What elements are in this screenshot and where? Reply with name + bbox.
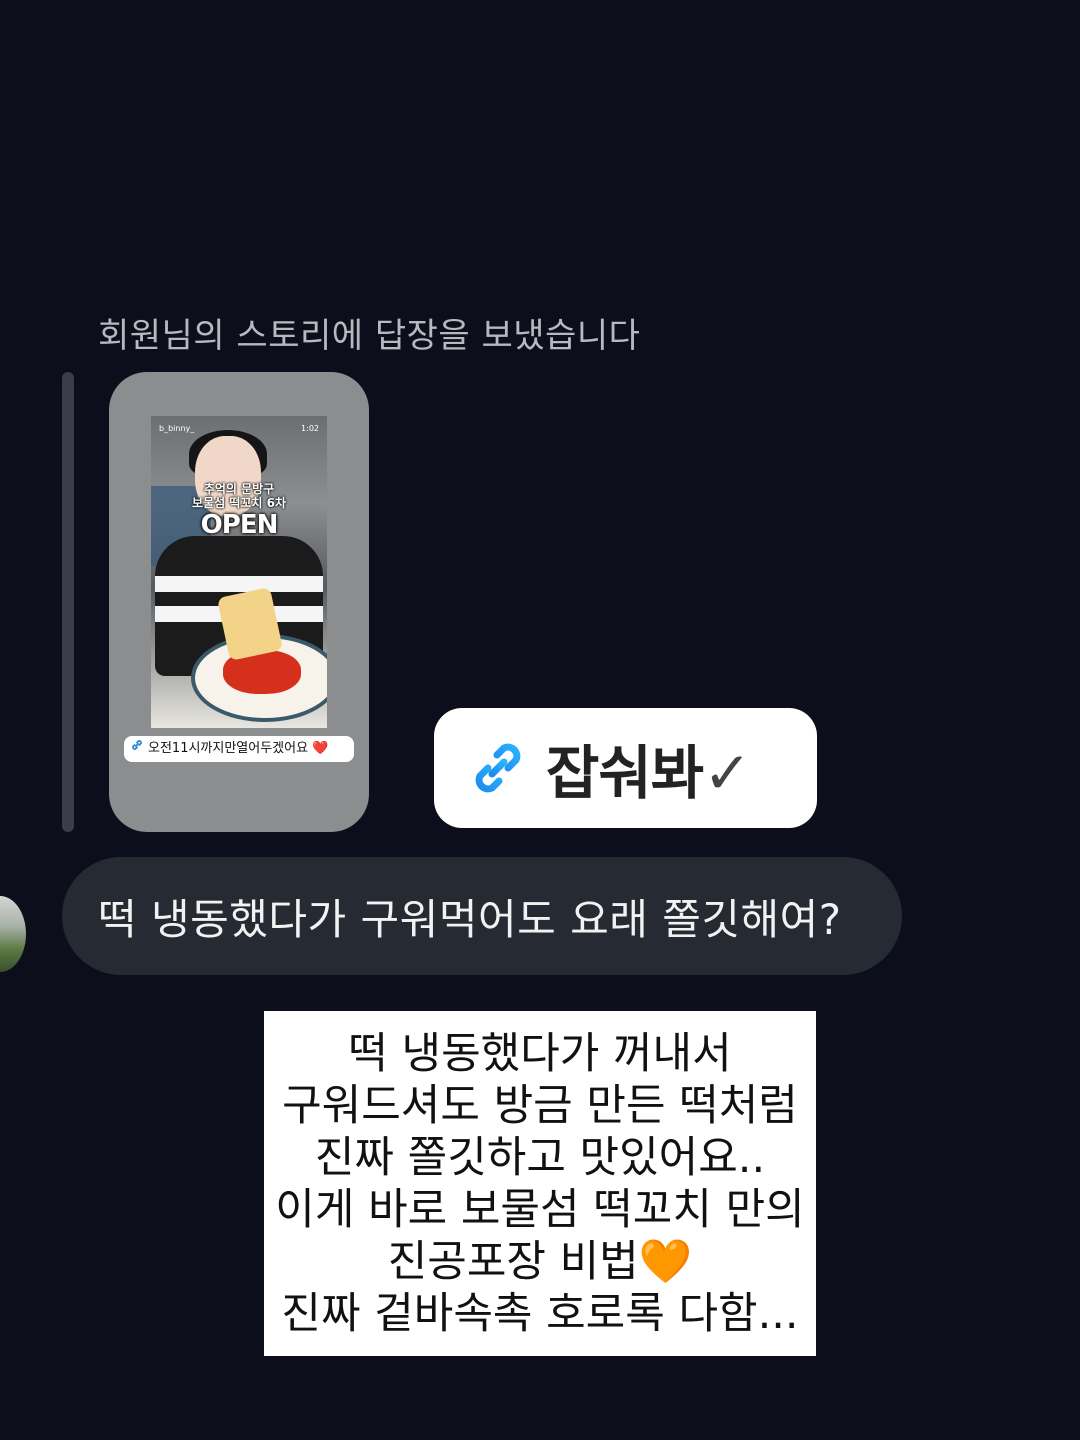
story-title-line1: 추억의 문방구 <box>203 482 275 496</box>
link-sticker[interactable]: 잡숴봐✓ <box>434 708 817 828</box>
reply-quote-bar <box>62 372 74 832</box>
check-icon: ✓ <box>703 739 752 807</box>
story-time: 1:02 <box>301 424 319 433</box>
message-bubble[interactable]: 떡 냉동했다가 구워먹어도 요래 쫄깃해여? <box>62 857 902 975</box>
story-username: b_binny_ <box>159 424 195 433</box>
link-icon <box>466 736 530 800</box>
avatar[interactable] <box>0 896 26 972</box>
caption-line-with-heart: 진공포장 비법🧡 <box>388 1236 693 1288</box>
reply-note: 회원님의 스토리에 답장을 보냈습니다 <box>98 316 641 356</box>
story-link-text: 오전11시까지만열어두겠어요 <box>148 741 309 756</box>
story-preview-card[interactable]: b_binny_ 1:02 추억의 문방구 보물섬 떡꼬치 6차 OPEN 오전… <box>109 372 369 832</box>
caption-box: 떡 냉동했다가 꺼내서 구워드셔도 방금 만든 떡처럼 진짜 쫄깃하고 맛있어요… <box>264 1011 816 1356</box>
heart-icon: ❤️ <box>312 741 329 756</box>
caption-line: 이게 바로 보물섬 떡꼬치 만의 <box>275 1184 805 1235</box>
story-title: 추억의 문방구 보물섬 떡꼬치 6차 <box>151 482 327 510</box>
story-open-text: OPEN <box>200 510 279 540</box>
caption-line: 구워드셔도 방금 만든 떡처럼 <box>282 1080 798 1131</box>
link-sticker-label: 잡숴봐✓ <box>546 726 752 810</box>
story-title-line2: 보물섬 떡꼬치 6차 <box>192 496 286 510</box>
caption-line: 진짜 겉바속촉 호로록 다함... <box>281 1288 799 1339</box>
story-thumbnail: b_binny_ 1:02 추억의 문방구 보물섬 떡꼬치 6차 OPEN <box>151 416 327 728</box>
caption-line: 떡 냉동했다가 꺼내서 <box>348 1028 732 1079</box>
caption-line: 진공포장 비법 <box>387 1236 639 1287</box>
message-text: 떡 냉동했다가 구워먹어도 요래 쫄깃해여? <box>98 894 842 944</box>
link-sticker-text: 잡숴봐 <box>546 739 704 807</box>
orange-heart-icon: 🧡 <box>638 1236 693 1287</box>
story-link-sticker: 오전11시까지만열어두겠어요 ❤️ <box>124 736 354 762</box>
link-icon <box>130 736 144 762</box>
caption-line: 진짜 쫄깃하고 맛있어요.. <box>314 1132 766 1183</box>
